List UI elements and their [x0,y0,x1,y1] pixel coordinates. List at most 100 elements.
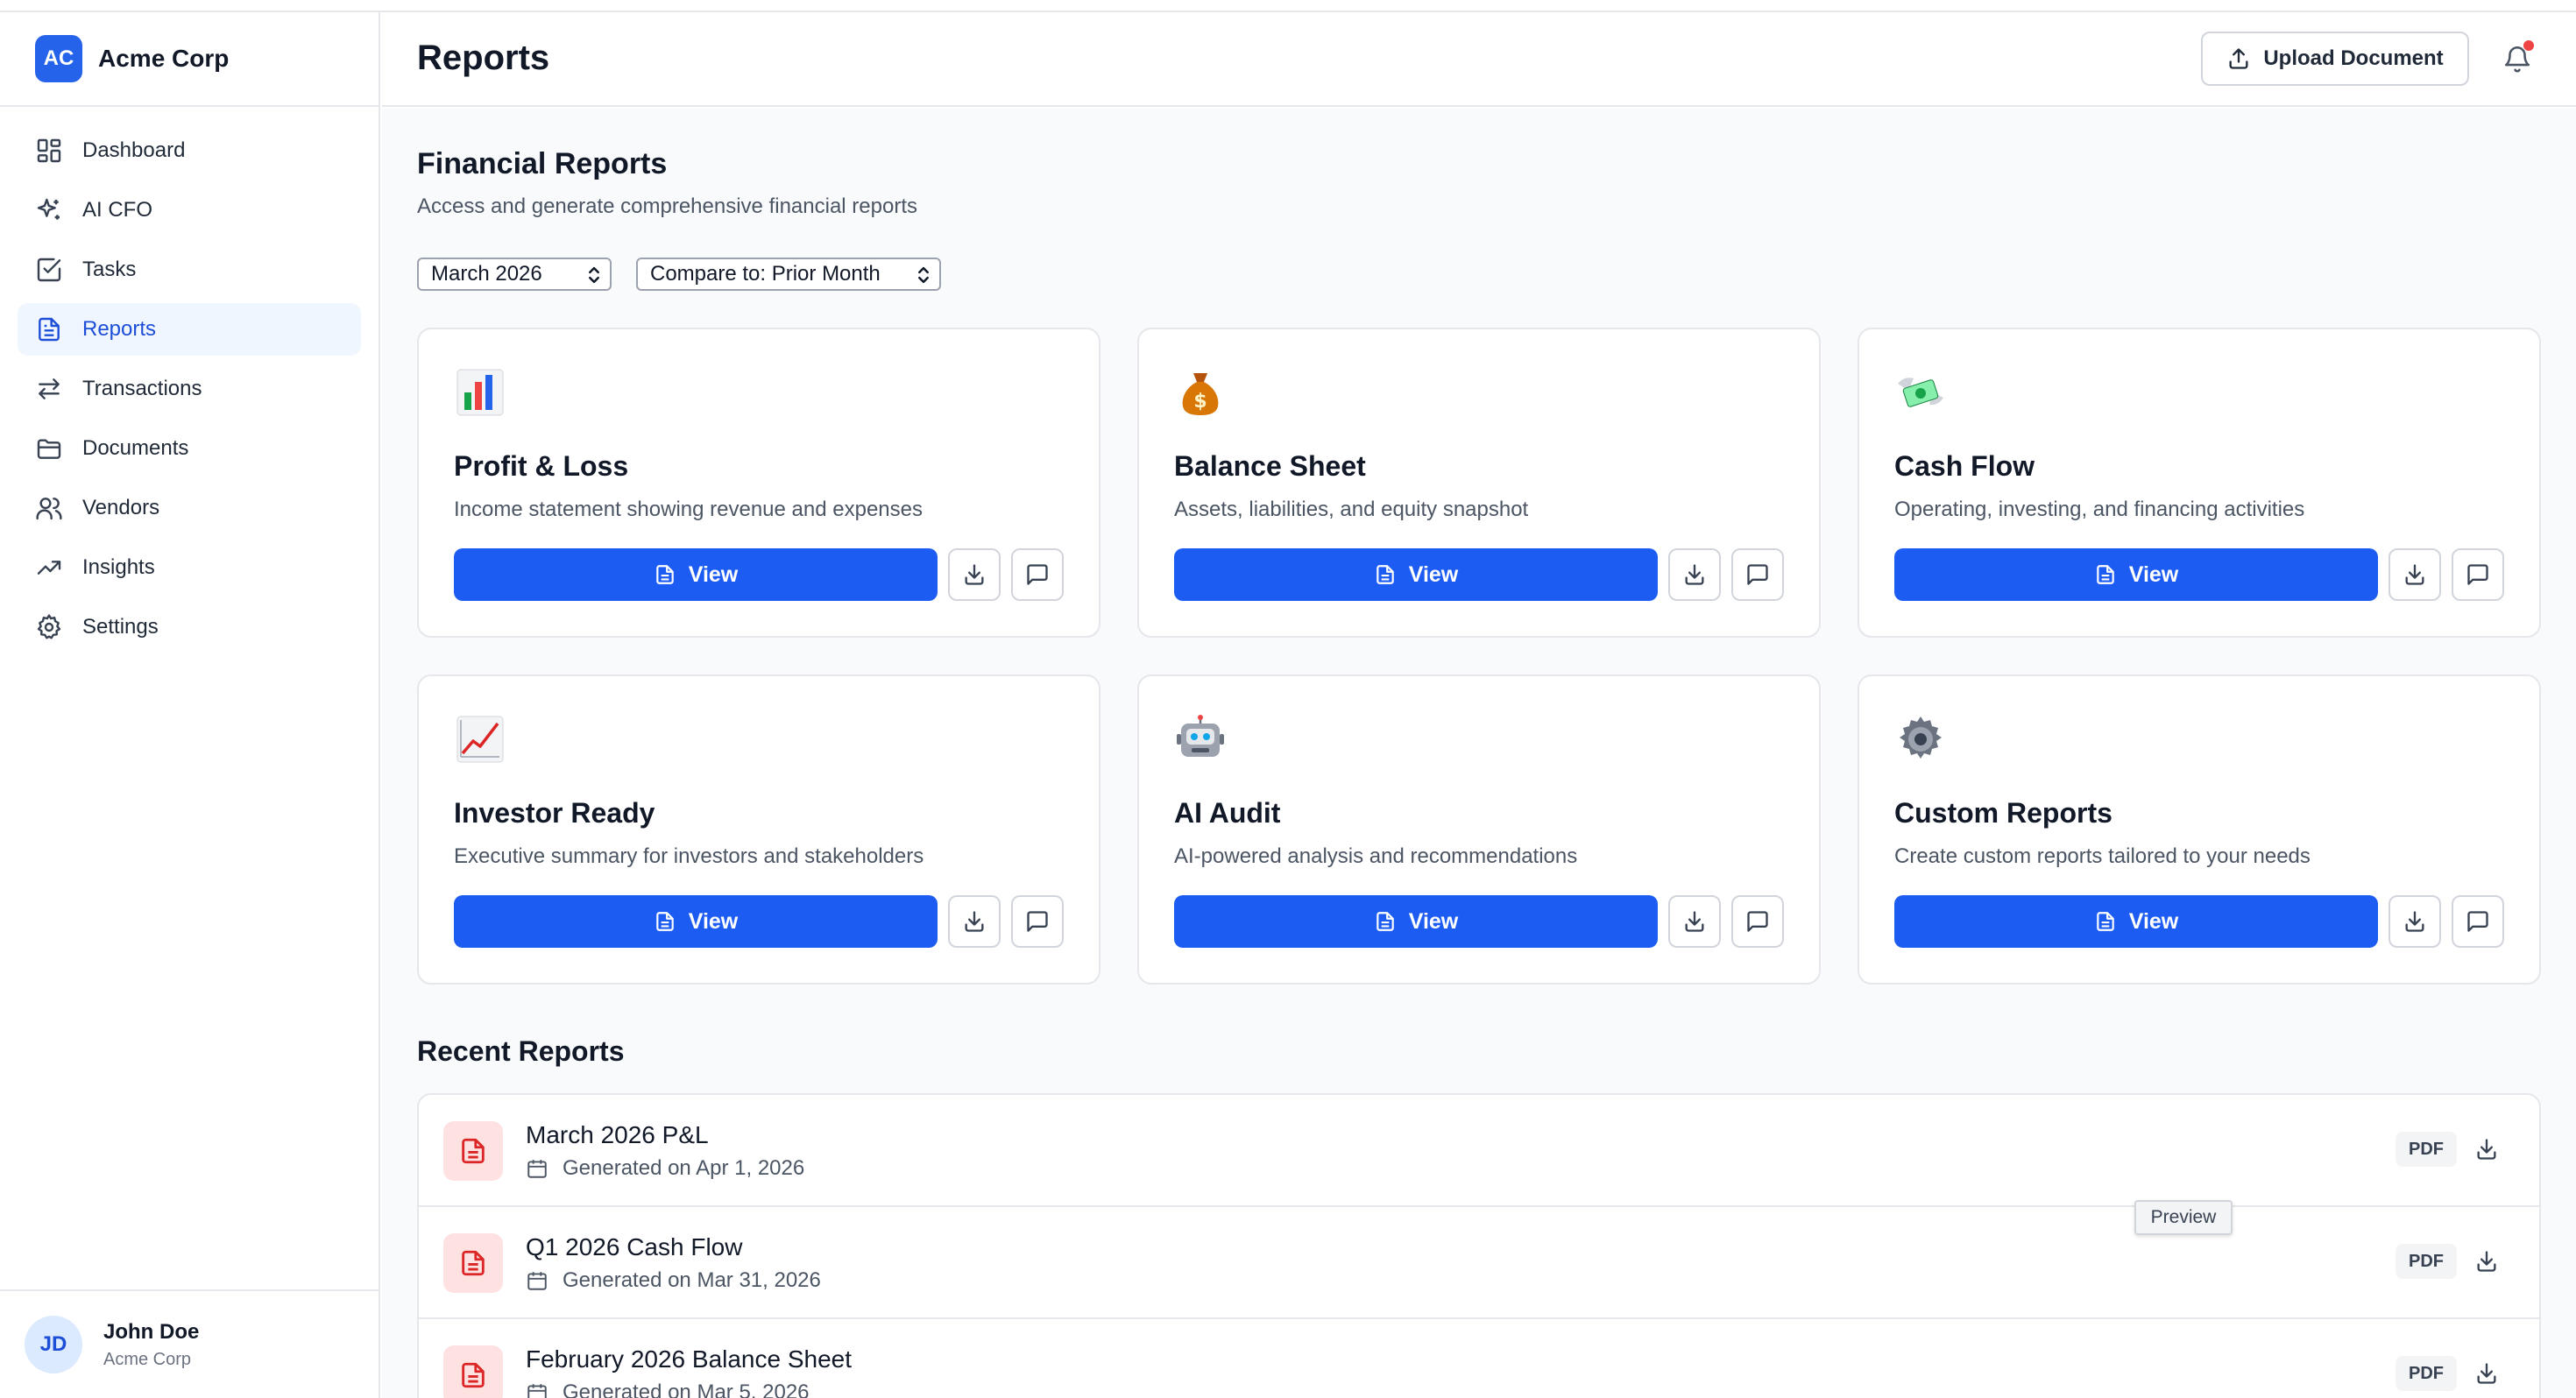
card-title: AI Audit [1174,797,1281,829]
file-icon-tile [443,1121,503,1181]
sidebar-item-ai-cfo[interactable]: AI CFO [18,184,361,237]
view-button[interactable]: View [1174,895,1658,948]
card-description: Assets, liabilities, and equity snapshot [1174,498,1529,521]
sidebar-nav: Dashboard AI CFO Tasks Reports Transacti… [0,107,379,653]
file-text-icon [2096,912,2114,931]
view-button[interactable]: View [1174,548,1658,601]
sidebar-item-reports[interactable]: Reports [18,303,361,356]
chevron-updown-icon [918,266,929,284]
view-button[interactable]: View [454,895,938,948]
report-card-balance-sheet: $ Balance Sheet Assets, liabilities, and… [1137,328,1821,638]
compare-select[interactable]: Compare to: Prior Month [636,258,941,291]
file-icon-tile [443,1345,503,1398]
trending-up-icon [37,561,61,575]
sidebar-item-tasks[interactable]: Tasks [18,244,361,296]
calendar-icon [527,1272,547,1290]
download-button[interactable] [2388,548,2441,601]
download-icon [965,564,984,585]
pdf-badge: PDF [2396,1132,2457,1167]
file-text-icon [39,317,60,342]
card-title: Balance Sheet [1174,450,1366,482]
upload-icon [2229,48,2248,69]
file-text-icon [2096,565,2114,584]
gear-icon [37,614,61,639]
download-icon [1685,911,1704,932]
sidebar-item-label: Settings [82,615,159,639]
users-icon [36,498,62,520]
download-button[interactable] [2388,895,2441,948]
sidebar-item-transactions[interactable]: Transactions [18,363,361,415]
pdf-file-icon [462,1362,485,1388]
download-icon [2405,564,2424,585]
view-button[interactable]: View [454,548,938,601]
card-title: Investor Ready [454,797,655,829]
report-meta: Generated on Apr 1, 2026 [526,1156,804,1181]
card-description: Executive summary for investors and stak… [454,844,924,868]
report-card-cash-flow: Cash Flow Operating, investing, and fina… [1858,328,2541,638]
report-generated-date: Generated on Mar 5, 2026 [563,1380,810,1398]
view-button-label: View [1408,561,1459,587]
download-icon [2477,1251,2496,1272]
notifications-button[interactable] [2497,39,2537,79]
view-button[interactable]: View [1894,895,2378,948]
report-title: March 2026 P&L [526,1121,709,1148]
upload-document-label: Upload Document [2263,46,2444,70]
file-text-icon [1376,565,1394,584]
download-button[interactable] [948,548,1001,601]
company-logo: AC [35,35,82,82]
user-profile[interactable]: JD John Doe Acme Corp [0,1289,379,1398]
financial-reports-title: Financial Reports [417,147,668,180]
sidebar-item-label: Vendors [82,496,160,519]
download-icon [2477,1363,2496,1384]
download-button[interactable] [948,895,1001,948]
report-card-profit-loss: Profit & Loss Income statement showing r… [417,328,1100,638]
message-square-icon [1027,911,1048,932]
checkbox-icon [37,258,61,282]
download-icon [2477,1139,2496,1160]
period-select[interactable]: March 2026 [417,258,612,291]
pdf-badge: PDF [2396,1244,2457,1279]
comment-button[interactable] [1731,548,1784,601]
recent-reports-title: Recent Reports [417,1035,625,1067]
comment-button[interactable] [1011,895,1064,948]
report-card-ai-audit: AI Audit AI-powered analysis and recomme… [1137,674,1821,985]
card-title: Custom Reports [1894,797,2112,829]
download-button[interactable] [1668,548,1721,601]
download-icon [965,911,984,932]
financial-reports-subtitle: Access and generate comprehensive financ… [417,194,917,218]
download-icon [2405,911,2424,932]
download-button[interactable] [2467,1242,2506,1281]
view-button-label: View [2128,561,2179,587]
sidebar-item-dashboard[interactable]: Dashboard [18,124,361,177]
list-item[interactable]: February 2026 Balance Sheet Generated on… [419,1319,2539,1398]
arrows-swap-icon [39,378,60,399]
chevron-updown-icon [589,266,599,284]
report-title: Q1 2026 Cash Flow [526,1233,743,1260]
file-text-icon [655,912,674,931]
download-button[interactable] [1668,895,1721,948]
brand[interactable]: AC Acme Corp [0,12,379,107]
list-item[interactable]: March 2026 P&L Generated on Apr 1, 2026 … [419,1095,2539,1207]
user-org: Acme Corp [103,1349,192,1369]
download-button[interactable] [2467,1130,2506,1169]
sidebar: AC Acme Corp Dashboard AI CFO Tasks Repo… [0,12,380,1398]
main-content: Financial Reports Access and generate co… [382,109,2576,1398]
message-square-icon [1747,564,1768,585]
comment-button[interactable] [1731,895,1784,948]
svg-text:$: $ [1193,391,1207,413]
sidebar-item-insights[interactable]: Insights [18,541,361,594]
download-icon [1685,564,1704,585]
message-square-icon [2467,911,2488,932]
comment-button[interactable] [1011,548,1064,601]
comment-button[interactable] [2452,548,2504,601]
sidebar-item-label: Tasks [82,258,137,281]
sidebar-item-documents[interactable]: Documents [18,422,361,475]
report-generated-date: Generated on Apr 1, 2026 [563,1156,805,1180]
sidebar-item-settings[interactable]: Settings [18,601,361,653]
download-button[interactable] [2467,1354,2506,1393]
view-button[interactable]: View [1894,548,2378,601]
comment-button[interactable] [2452,895,2504,948]
sidebar-item-vendors[interactable]: Vendors [18,482,361,534]
recent-reports-list: March 2026 P&L Generated on Apr 1, 2026 … [417,1093,2541,1398]
upload-document-button[interactable]: Upload Document [2201,32,2469,86]
